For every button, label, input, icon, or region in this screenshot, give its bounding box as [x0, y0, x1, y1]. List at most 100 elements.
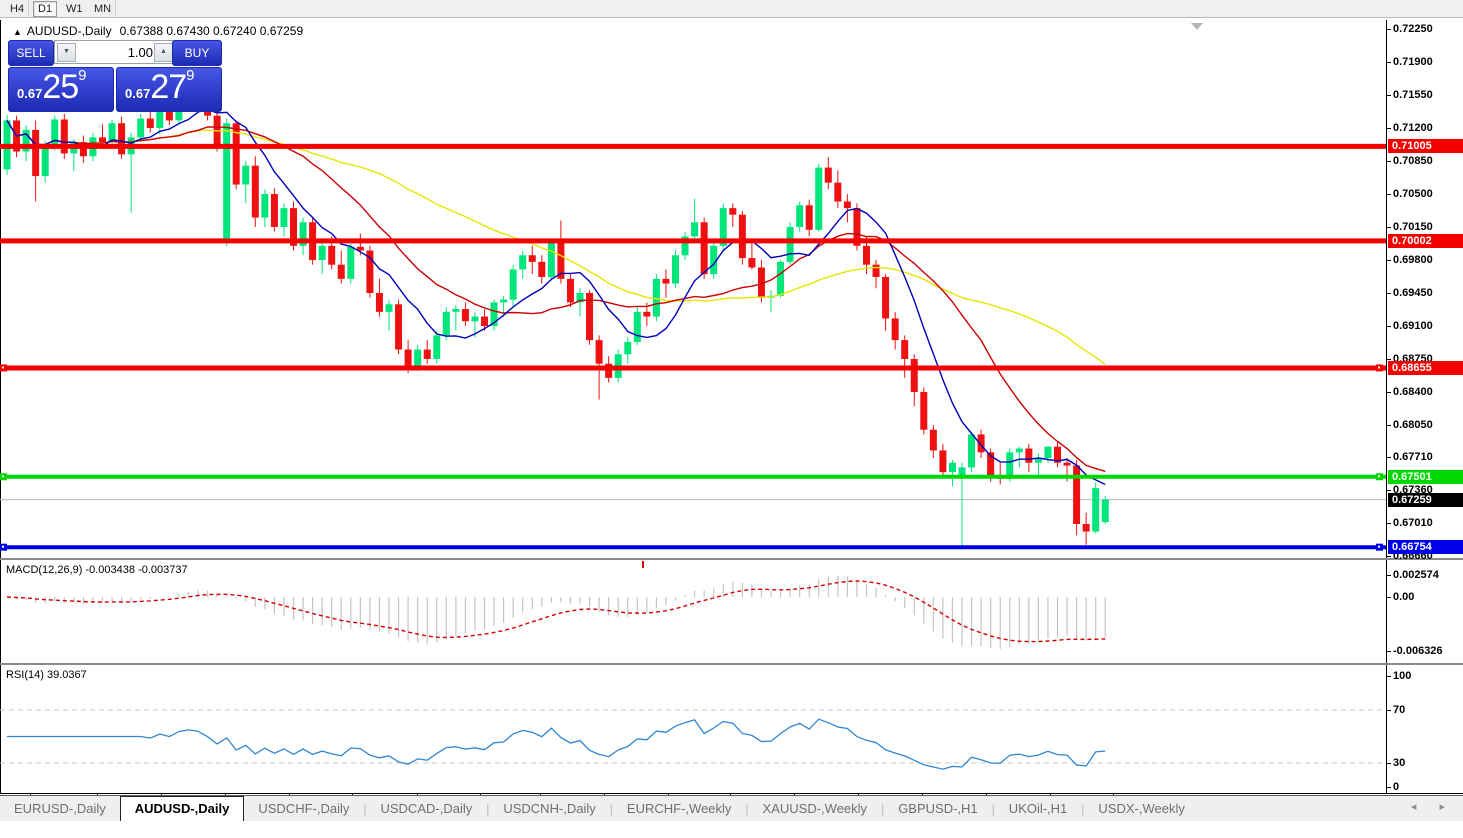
axis-tick-label: 0.68050 — [1393, 418, 1433, 431]
axis-tick — [1386, 160, 1391, 162]
axis-tick — [1386, 457, 1391, 459]
toolbar-separator — [28, 1, 29, 15]
tab-scroll-arrows[interactable]: ◂ ▸ — [1411, 800, 1455, 813]
volume-input[interactable] — [77, 42, 155, 62]
macd-signal-line — [6, 580, 1106, 643]
line-price-label: 0.68655 — [1388, 360, 1463, 375]
rsi-label: RSI(14) 39.0367 — [6, 669, 87, 681]
axis-tick-label: 0.69100 — [1393, 319, 1433, 332]
sell-button[interactable]: SELL — [8, 40, 54, 66]
chart-tab-eurusd-daily[interactable]: EURUSD-,Daily — [0, 797, 120, 821]
axis-tick-label: 0.67010 — [1393, 517, 1433, 530]
axis-tick — [1386, 193, 1391, 195]
axis-tick — [1386, 28, 1391, 30]
horizontal-line-0.67501[interactable] — [0, 473, 1386, 481]
axis-tick — [1386, 358, 1391, 360]
macd-axis-label: -0.006326 — [1393, 645, 1443, 658]
axis-tick-label: 0.70500 — [1393, 187, 1433, 200]
macd-axis-label: 0.002574 — [1393, 568, 1439, 581]
axis-tick-label: 0.70850 — [1393, 154, 1433, 167]
buy-price-prefix: 0.67 — [125, 86, 151, 101]
rsi-axis-tick — [1386, 763, 1391, 764]
rsi-axis-label: 100 — [1393, 670, 1412, 682]
macd-axis-tick — [1386, 574, 1391, 576]
chart-tab-xauusd-weekly[interactable]: XAUUSD-,Weekly — [749, 797, 882, 821]
line-price-label: 0.71005 — [1388, 139, 1463, 154]
axis-tick — [1386, 94, 1391, 96]
line-price-label: 0.67501 — [1388, 469, 1463, 484]
axis-tick-label: 0.71900 — [1393, 55, 1433, 68]
buy-price-button[interactable]: 0.67279 — [116, 67, 222, 112]
current-price-label: 0.67259 — [1388, 492, 1463, 507]
axis-tick-label: 0.71550 — [1393, 88, 1433, 101]
chart-tab-usdcad-daily[interactable]: USDCAD-,Daily — [366, 797, 486, 821]
axis-tick — [1386, 259, 1391, 261]
axis-tick — [1386, 556, 1391, 558]
one-click-trade-panel: SELL ▼ ▲ BUY 0.67259 0.67279 — [8, 40, 222, 124]
timeframe-button-d1[interactable]: D1 — [33, 1, 58, 17]
macd-indicator-panel[interactable] — [0, 561, 1386, 663]
moving-average-18 — [6, 120, 1106, 473]
chart-tab-ukoil-h1[interactable]: UKOil-,H1 — [995, 797, 1082, 821]
axis-tick-label: 0.72250 — [1393, 22, 1433, 35]
axis-tick-label: 0.69450 — [1393, 286, 1433, 299]
horizontal-line-0.66754[interactable] — [0, 543, 1386, 551]
axis-tick-label: 0.70150 — [1393, 220, 1433, 233]
macd-axis-tick — [1386, 597, 1391, 598]
sell-price-prefix: 0.67 — [17, 86, 43, 101]
rsi-axis-tick — [1386, 787, 1391, 788]
axis-tick — [1386, 61, 1391, 63]
axis-tick — [1386, 424, 1391, 426]
chart-tab-eurchf-weekly[interactable]: EURCHF-,Weekly — [613, 797, 746, 821]
horizontal-line-0.68655[interactable] — [0, 364, 1386, 372]
axis-tick-label: 0.69800 — [1393, 253, 1433, 266]
rsi-indicator-panel[interactable] — [0, 666, 1386, 793]
chart-tab-usdcnh-daily[interactable]: USDCNH-,Daily — [489, 797, 609, 821]
axis-tick — [1386, 523, 1391, 525]
macd-axis-label: 0.00 — [1393, 591, 1415, 603]
macd-axis-tick — [1386, 651, 1391, 653]
volume-decrease-button[interactable]: ▼ — [57, 43, 76, 62]
axis-tick — [1386, 490, 1391, 492]
price-axis-line — [1386, 20, 1387, 795]
panel-separator[interactable] — [0, 663, 1463, 665]
timeframe-button-w1[interactable]: W1 — [61, 1, 88, 17]
rsi-axis-tick — [1386, 676, 1391, 677]
macd-label: MACD(12,26,9) -0.003438 -0.003737 — [6, 564, 188, 576]
rsi-axis-label: 0 — [1393, 781, 1400, 793]
sell-price-pip-digit: 9 — [78, 67, 87, 84]
rsi-line — [7, 718, 1106, 770]
chart-tab-audusd-daily[interactable]: AUDUSD-,Daily — [119, 796, 245, 821]
line-price-label: 0.70002 — [1388, 233, 1463, 248]
line-price-label: 0.66754 — [1388, 540, 1463, 555]
axis-tick-label: 0.68400 — [1393, 385, 1433, 398]
volume-increase-button[interactable]: ▲ — [154, 43, 173, 62]
timeframe-button-mn[interactable]: MN — [89, 1, 116, 17]
axis-tick — [1386, 226, 1391, 228]
sell-price-button[interactable]: 0.67259 — [8, 67, 114, 112]
buy-price-big-digits: 27 — [150, 68, 187, 106]
rsi-axis-label: 30 — [1393, 757, 1406, 769]
axis-tick — [1386, 127, 1391, 129]
axis-tick — [1386, 325, 1391, 327]
chart-tab-usdchf-daily[interactable]: USDCHF-,Daily — [244, 797, 363, 821]
sell-price-big-digits: 25 — [42, 68, 79, 106]
timeframe-toolbar: H4 D1 W1 MN — [0, 0, 1463, 18]
chart-window[interactable]: ▲ AUDUSD-,Daily 0.67388 0.67430 0.67240 0.… — [0, 18, 1463, 814]
buy-button[interactable]: BUY — [172, 40, 222, 66]
axis-tick — [1386, 292, 1391, 294]
chart-shift-marker-icon[interactable] — [1191, 23, 1203, 30]
buy-price-pip-digit: 9 — [186, 67, 195, 84]
timeframe-button-h4[interactable]: H4 — [5, 1, 29, 17]
axis-tick — [1386, 391, 1391, 393]
toolbar-separator — [115, 1, 116, 15]
chart-tab-usdx-weekly[interactable]: USDX-,Weekly — [1084, 797, 1198, 821]
moving-average-8 — [6, 108, 1106, 486]
volume-box: ▼ ▲ — [54, 40, 176, 64]
rsi-axis-tick — [1386, 710, 1391, 711]
axis-tick-label: 0.67710 — [1393, 451, 1433, 464]
axis-tick-label: 0.71200 — [1393, 121, 1433, 134]
chart-tab-bar: EURUSD-,Daily AUDUSD-,Daily USDCHF-,Daily |… — [0, 795, 1463, 821]
panel-separator[interactable] — [0, 558, 1463, 560]
chart-tab-gbpusd-h1[interactable]: GBPUSD-,H1 — [884, 797, 991, 821]
